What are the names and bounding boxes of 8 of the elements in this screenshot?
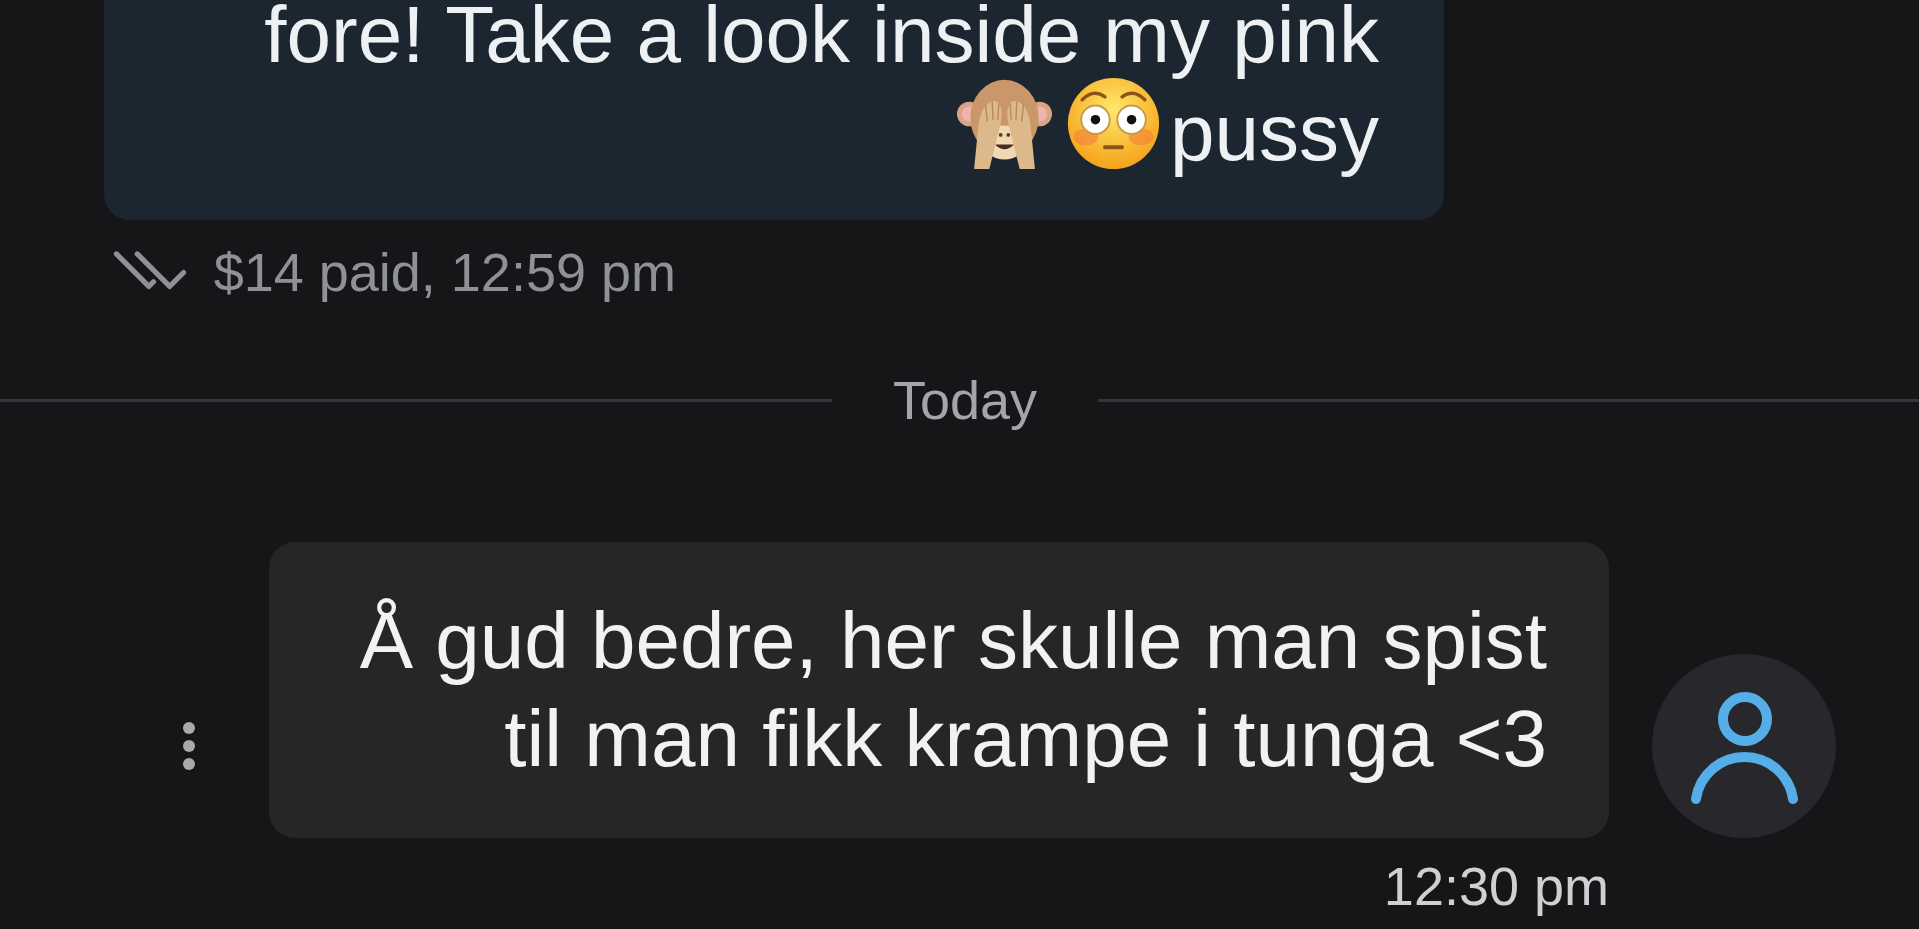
message-text: pussy [1170,87,1379,179]
message-text: Å gud bedre, her skulle man spist til man fikk krampe i tunga <3 [358,595,1547,785]
date-label: Today [892,372,1037,428]
message-time: 12:30 pm [1383,858,1609,914]
avatar-icon [1652,654,1836,838]
message-text: fore! Take a look inside my pink [264,0,1379,81]
message-status-text: $14 paid, 12:59 pm [214,244,677,300]
more-options-icon[interactable] [182,721,196,771]
